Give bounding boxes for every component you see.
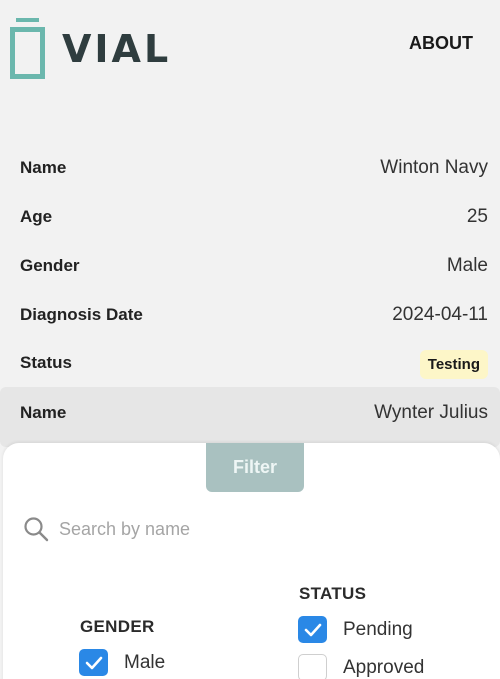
field-label: Gender — [20, 256, 80, 275]
check-icon — [85, 656, 102, 669]
search-icon — [24, 517, 49, 542]
option-label: Male — [124, 651, 166, 673]
record-field-status: Status Testing — [0, 348, 500, 379]
search-bar — [23, 513, 463, 545]
field-label: Age — [20, 207, 53, 226]
filter-panel: Filter STATUS Pending Approved GENDER Ma… — [3, 443, 500, 679]
field-label: Name — [20, 403, 67, 422]
patient-record[interactable]: Name Wynter Julius — [0, 387, 500, 447]
option-label: Pending — [343, 618, 413, 640]
field-label: Name — [20, 158, 67, 177]
app-header: VIAL ABOUT — [0, 0, 500, 110]
record-field-gender: Gender Male — [0, 251, 500, 281]
field-value: Wynter Julius — [374, 402, 488, 423]
field-label: Diagnosis Date — [20, 305, 143, 324]
field-value: Male — [446, 255, 488, 276]
gender-filter-title: GENDER — [80, 617, 155, 636]
checkbox-checked[interactable] — [298, 616, 327, 643]
patient-record[interactable]: Name Winton Navy Age 25 Gender Male Diag… — [0, 143, 500, 387]
search-input[interactable] — [59, 518, 439, 540]
status-option-approved[interactable]: Approved — [298, 654, 424, 679]
record-field-diagnosis-date: Diagnosis Date 2024-04-11 — [0, 300, 500, 330]
field-value: 25 — [466, 206, 488, 227]
record-field-name: Name Wynter Julius — [0, 398, 500, 428]
checkbox-unchecked[interactable] — [298, 654, 327, 679]
field-label: Status — [20, 353, 72, 372]
checkbox-checked[interactable] — [79, 649, 108, 676]
vial-logo[interactable]: VIAL — [10, 18, 171, 80]
gender-option-male[interactable]: Male — [79, 649, 165, 676]
vial-tube-icon — [10, 18, 45, 80]
status-badge: Testing — [419, 350, 488, 379]
option-label: Approved — [343, 656, 425, 678]
check-icon — [304, 623, 321, 636]
status-option-pending[interactable]: Pending — [298, 616, 413, 643]
filter-button[interactable]: Filter — [206, 443, 304, 492]
field-value: 2024-04-11 — [392, 304, 488, 325]
about-link[interactable]: ABOUT — [409, 33, 473, 54]
field-value: Winton Navy — [380, 157, 488, 178]
record-field-age: Age 25 — [0, 202, 500, 232]
logo-text: VIAL — [62, 27, 172, 71]
record-field-name: Name Winton Navy — [0, 153, 500, 183]
status-filter-title: STATUS — [299, 584, 367, 603]
